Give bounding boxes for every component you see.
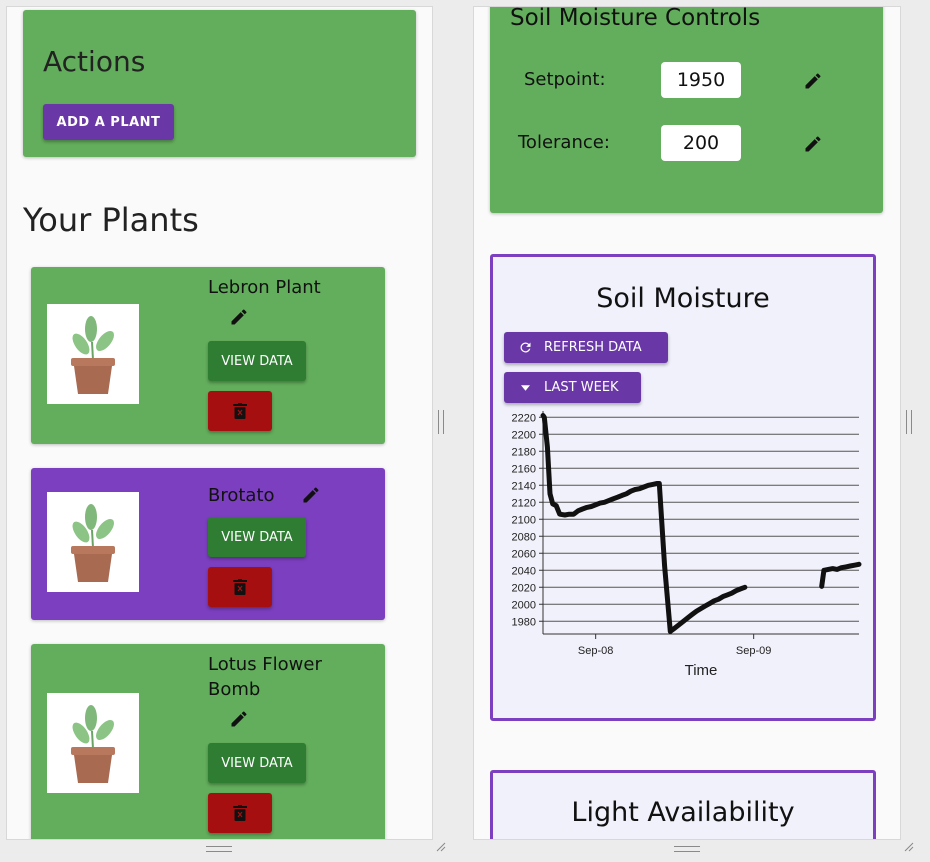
- pencil-icon[interactable]: [803, 134, 823, 154]
- right-bottom-resize-handle[interactable]: [674, 846, 700, 852]
- plant-name: Brotato: [208, 485, 275, 506]
- last-week-label: Last Week: [544, 380, 619, 395]
- delete-button[interactable]: [208, 793, 272, 833]
- y-tick-label: 2200: [512, 429, 536, 441]
- caret-down-icon: [521, 385, 530, 391]
- y-tick-label: 2180: [512, 446, 536, 458]
- x-axis-label: Time: [685, 662, 718, 679]
- tolerance-label: Tolerance:: [518, 132, 610, 153]
- y-tick-label: 2040: [512, 565, 536, 577]
- y-tick-label: 2060: [512, 548, 536, 560]
- series-line: [540, 413, 748, 634]
- actions-card: Actions Add a Plant: [23, 10, 416, 157]
- light-availability-chart-card: Light Availability: [490, 770, 876, 839]
- actions-title: Actions: [43, 45, 146, 78]
- plant-pot-icon: [71, 705, 115, 783]
- trash-icon: [233, 805, 247, 821]
- y-tick-label: 2100: [512, 514, 536, 526]
- resize-grip-icon[interactable]: [904, 842, 914, 852]
- pencil-icon[interactable]: [803, 71, 823, 91]
- left-resize-handle[interactable]: [438, 410, 444, 434]
- tolerance-value: 200: [661, 125, 741, 161]
- plant-image: [47, 492, 139, 592]
- delete-button[interactable]: [208, 567, 272, 607]
- y-tick-label: 2080: [512, 531, 536, 543]
- delete-button[interactable]: [208, 391, 272, 431]
- chart-title: Soil Moisture: [596, 283, 770, 314]
- right-panel[interactable]: Soil Moisture Controls Setpoint: 1950 To…: [473, 6, 901, 840]
- trash-icon: [233, 403, 247, 419]
- refresh-icon: [520, 342, 531, 353]
- left-bottom-resize-handle[interactable]: [206, 846, 232, 852]
- view-data-button[interactable]: View Data: [208, 743, 306, 783]
- setpoint-value: 1950: [661, 62, 741, 98]
- right-resize-handle[interactable]: [906, 410, 912, 434]
- soil-moisture-line-chart: 1980 2000 2020 2040 2060 2080 2100 2120 2140 2160…: [512, 411, 862, 679]
- x-tick-label: Sep-08: [578, 645, 613, 657]
- view-data-button[interactable]: View Data: [208, 517, 306, 557]
- soil-moisture-chart-card: Soil Moisture Refresh Data Last Week 198…: [490, 254, 876, 721]
- pencil-icon[interactable]: [229, 307, 249, 327]
- y-tick-label: 2220: [512, 412, 536, 424]
- refresh-data-button[interactable]: Refresh Data: [504, 332, 668, 363]
- soil-moisture-controls-card: Soil Moisture Controls Setpoint: 1950 To…: [490, 6, 883, 213]
- plant-pot-icon: [71, 504, 115, 582]
- plant-card: Brotato View Data: [31, 468, 385, 620]
- plant-name: Lotus Flower Bomb: [208, 654, 322, 700]
- resize-grip-icon[interactable]: [436, 842, 446, 852]
- pencil-icon[interactable]: [229, 709, 249, 729]
- add-plant-button[interactable]: Add a Plant: [43, 104, 174, 140]
- pencil-icon[interactable]: [301, 485, 321, 505]
- plant-card: Lebron Plant View Data: [31, 267, 385, 444]
- x-tick-label: Sep-09: [736, 645, 771, 657]
- series-line: [819, 561, 862, 589]
- y-tick-label: 1980: [512, 616, 536, 628]
- trash-icon: [233, 579, 247, 595]
- y-tick-label: 2140: [512, 480, 536, 492]
- setpoint-label: Setpoint:: [524, 69, 606, 90]
- refresh-data-label: Refresh Data: [544, 340, 642, 355]
- y-tick-label: 2000: [512, 599, 536, 611]
- left-panel[interactable]: Actions Add a Plant Your Plants Lebron P…: [6, 6, 433, 840]
- chart-title: Light Availability: [571, 797, 795, 828]
- plant-image: [47, 693, 139, 793]
- view-data-button[interactable]: View Data: [208, 341, 306, 381]
- plant-name: Lebron Plant: [208, 277, 321, 298]
- plant-pot-icon: [71, 316, 115, 394]
- y-tick-label: 2120: [512, 497, 536, 509]
- last-week-dropdown[interactable]: Last Week: [504, 372, 641, 403]
- y-tick-label: 2020: [512, 582, 536, 594]
- plant-image: [47, 304, 139, 404]
- your-plants-heading: Your Plants: [23, 201, 199, 239]
- plant-card: Lotus Flower Bomb View Data: [31, 644, 385, 839]
- y-tick-label: 2160: [512, 463, 536, 475]
- controls-title: Soil Moisture Controls: [510, 6, 761, 31]
